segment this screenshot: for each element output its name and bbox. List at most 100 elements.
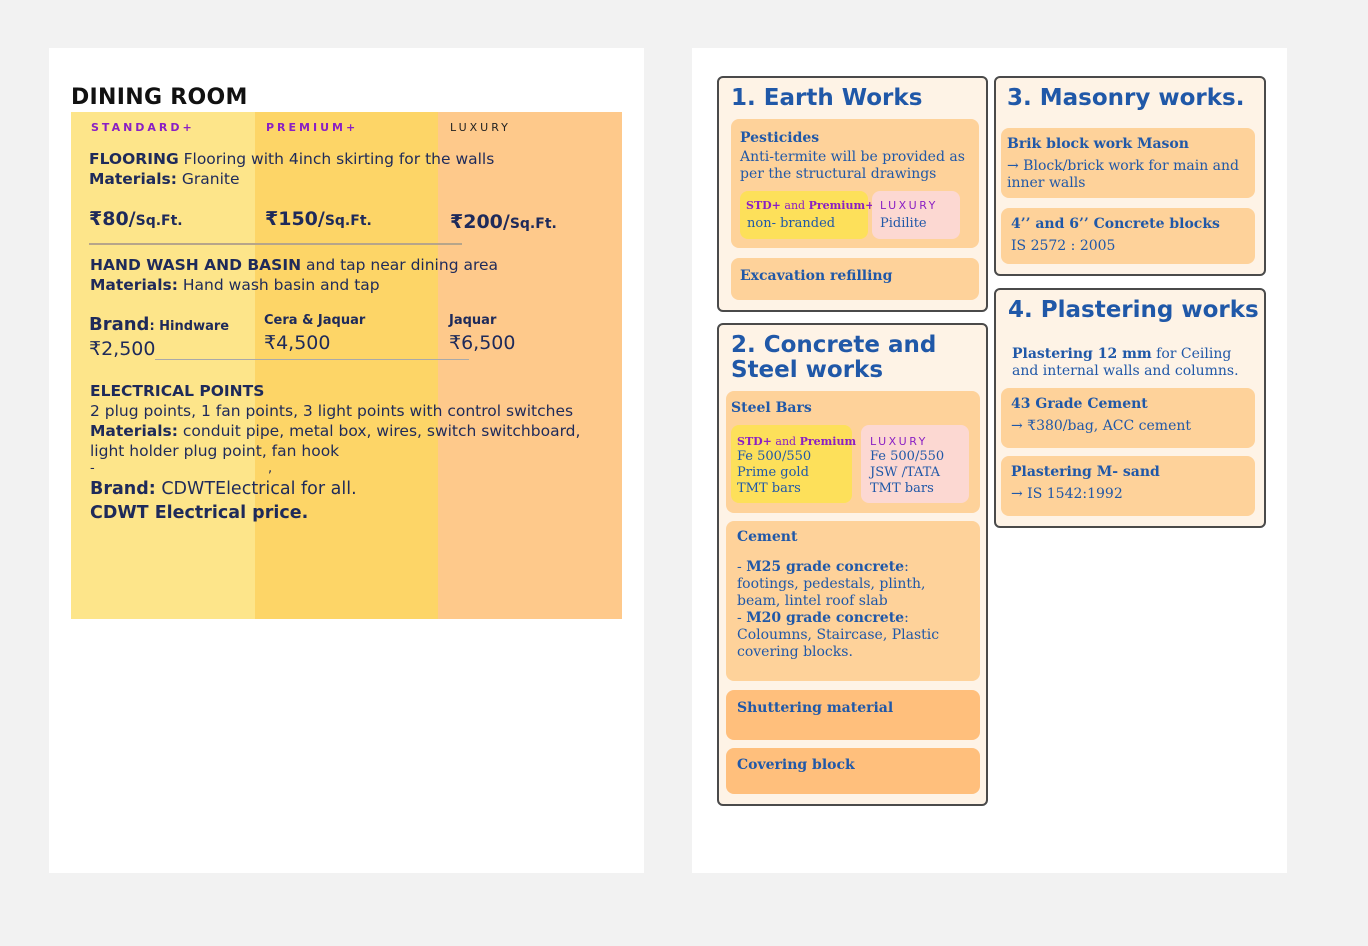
luxury-tag-box: LUXURY Pidilite — [872, 191, 960, 239]
flooring-standard-price: ₹80/Sq.Ft. — [89, 208, 183, 230]
std-premium-tag-box: STD+ and Premium+ non- branded — [740, 191, 874, 239]
luxury-values: Fe 500/550 JSW /TATA TMT bars — [870, 449, 944, 497]
covering-title: Covering block — [737, 757, 855, 773]
price-unit: Sq.Ft. — [509, 216, 557, 232]
luxury-value: Pidilite — [880, 216, 927, 231]
steel-bars-title: Steel Bars — [731, 400, 812, 416]
flooring-luxury-price: ₹200/Sq.Ft. — [450, 211, 557, 233]
handwash-desc: and tap near dining area — [301, 256, 499, 274]
tier-luxury-label: LUXURY — [450, 121, 511, 134]
std-premium-tag-box: STD+ and Premium Fe 500/550 Prime gold T… — [731, 425, 856, 503]
flooring-premium-price: ₹150/Sq.Ft. — [265, 208, 372, 230]
excavation-title: Excavation refilling — [740, 268, 893, 284]
luxury-tag: LUXURY — [870, 435, 928, 448]
luxury-column — [438, 112, 622, 619]
materials-value: Hand wash basin and tap — [177, 276, 380, 294]
brick-box: Brik block work Mason → Block/brick work… — [1001, 128, 1255, 198]
concrete-blocks-title: 4’’ and 6’’ Concrete blocks — [1011, 216, 1220, 232]
price-value: ₹150/ — [265, 208, 325, 230]
divider — [155, 359, 469, 360]
concrete-steel-title: 2. Concrete and Steel works — [731, 332, 937, 383]
price-unit: Sq.Ft. — [324, 213, 372, 229]
plastering-works-card: 4. Plastering works Plastering 12 mm for… — [994, 288, 1266, 528]
bullet: - — [737, 559, 747, 575]
std-line: TMT bars — [737, 481, 801, 496]
handwash-luxury-brand: Jaquar — [449, 313, 497, 328]
price-unit: Sq.Ft. — [135, 213, 183, 229]
pesticides-desc: Anti-termite will be provided as per the… — [740, 149, 965, 182]
pricing-columns: STANDARD+ PREMIUM+ LUXURY FLOORING Floor… — [71, 112, 622, 619]
concrete-blocks-desc: IS 2572 : 2005 — [1011, 238, 1116, 254]
excavation-box: Excavation refilling — [731, 258, 979, 300]
handwash-line: HAND WASH AND BASIN and tap near dining … — [90, 255, 498, 275]
materials-value: conduit pipe, metal box, wires, switch s… — [177, 422, 581, 440]
materials-label: Materials: — [89, 170, 177, 188]
flooring-materials: Materials: Granite — [89, 169, 240, 189]
brick-title: Brik block work Mason — [1007, 136, 1189, 152]
shuttering-title: Shuttering material — [737, 700, 894, 716]
brick-desc: → Block/brick work for main and inner wa… — [1007, 158, 1240, 191]
earth-works-title: 1. Earth Works — [731, 85, 923, 111]
earth-works-card: 1. Earth Works Pesticides Anti-termite w… — [717, 76, 988, 312]
covering-box: Covering block — [726, 748, 980, 794]
std-premium-tags: STD+ and Premium+ — [746, 197, 874, 214]
grade-cement-desc: → ₹380/bag, ACC cement — [1011, 418, 1192, 434]
cement-title: Cement — [737, 529, 798, 545]
cement-box: Cement - M25 grade concrete: footings, p… — [726, 521, 980, 681]
pesticides-box: Pesticides Anti-termite will be provided… — [731, 119, 979, 248]
brand-label: Brand — [89, 314, 150, 335]
std-values: Fe 500/550 Prime gold TMT bars — [737, 449, 811, 497]
premium-tag: Premium — [799, 435, 857, 448]
electrical-materials: Materials: conduit pipe, metal box, wire… — [90, 421, 580, 441]
masonry-works-card: 3. Masonry works. Brik block work Mason … — [994, 76, 1266, 276]
materials-value: Granite — [176, 170, 240, 188]
price-value: ₹200/ — [450, 211, 510, 233]
concrete-blocks-box: 4’’ and 6’’ Concrete blocks IS 2572 : 20… — [1001, 208, 1255, 264]
handwash-standard-price: ₹2,500 — [89, 338, 156, 360]
m20-label: M20 grade concrete — [746, 610, 905, 626]
plastering-thickness: Plastering 12 mm — [1012, 346, 1152, 362]
m25-label: M25 grade concrete — [746, 559, 905, 575]
grade-cement-title: 43 Grade Cement — [1011, 396, 1148, 412]
electrical-price-note: CDWT Electrical price. — [90, 503, 309, 523]
cement-m25: - M25 grade concrete: footings, pedestal… — [737, 559, 973, 610]
msand-title: Plastering M- sand — [1011, 464, 1160, 480]
plastering-works-title: 4. Plastering works — [1008, 297, 1259, 323]
steel-bars-box: Steel Bars STD+ and Premium Fe 500/550 P… — [726, 391, 980, 513]
electrical-comma: , — [268, 461, 273, 476]
and-text: and — [780, 199, 809, 212]
handwash-materials: Materials: Hand wash basin and tap — [90, 275, 380, 295]
bullet: - — [737, 610, 747, 626]
msand-desc: → IS 1542:1992 — [1011, 486, 1123, 502]
divider — [89, 243, 462, 245]
electrical-heading: ELECTRICAL POINTS — [90, 382, 265, 400]
premium-column — [255, 112, 438, 619]
flooring-heading: FLOORING — [89, 150, 179, 168]
flooring-desc: Flooring with 4inch skirting for the wal… — [178, 150, 495, 168]
handwash-standard-brand: Brand: Hindware — [89, 314, 229, 335]
brand-label: Brand: — [90, 479, 156, 499]
handwash-luxury-price: ₹6,500 — [449, 332, 516, 354]
masonry-works-title: 3. Masonry works. — [1007, 85, 1245, 111]
handwash-heading: HAND WASH AND BASIN — [90, 256, 302, 274]
brand-value: : Hindware — [149, 319, 230, 334]
std-premium-tags: STD+ and Premium — [737, 433, 856, 450]
grade-cement-box: 43 Grade Cement → ₹380/bag, ACC cement — [1001, 388, 1255, 448]
premium-tag: Premium+ — [808, 199, 875, 212]
luxury-line: TMT bars — [870, 481, 934, 496]
flooring-line: FLOORING Flooring with 4inch skirting fo… — [89, 149, 494, 169]
std-tag: STD+ — [737, 435, 772, 448]
std-tag: STD+ — [746, 199, 781, 212]
std-value: non- branded — [747, 216, 836, 231]
brand-value: CDWTElectrical for all. — [155, 479, 357, 499]
handwash-premium-price: ₹4,500 — [264, 332, 331, 354]
and-text: and — [771, 435, 800, 448]
luxury-tag-box: LUXURY Fe 500/550 JSW /TATA TMT bars — [861, 425, 969, 503]
tier-standard-label: STANDARD+ — [91, 121, 195, 134]
cement-m20: - M20 grade concrete: Coloumns, Staircas… — [737, 610, 973, 661]
msand-box: Plastering M- sand → IS 1542:1992 — [1001, 456, 1255, 516]
std-line: Prime gold — [737, 465, 809, 480]
materials-label: Materials: — [90, 276, 178, 294]
luxury-tag: LUXURY — [880, 199, 938, 212]
dining-room-board: DINING ROOM STANDARD+ PREMIUM+ LUXURY FL… — [49, 48, 644, 873]
